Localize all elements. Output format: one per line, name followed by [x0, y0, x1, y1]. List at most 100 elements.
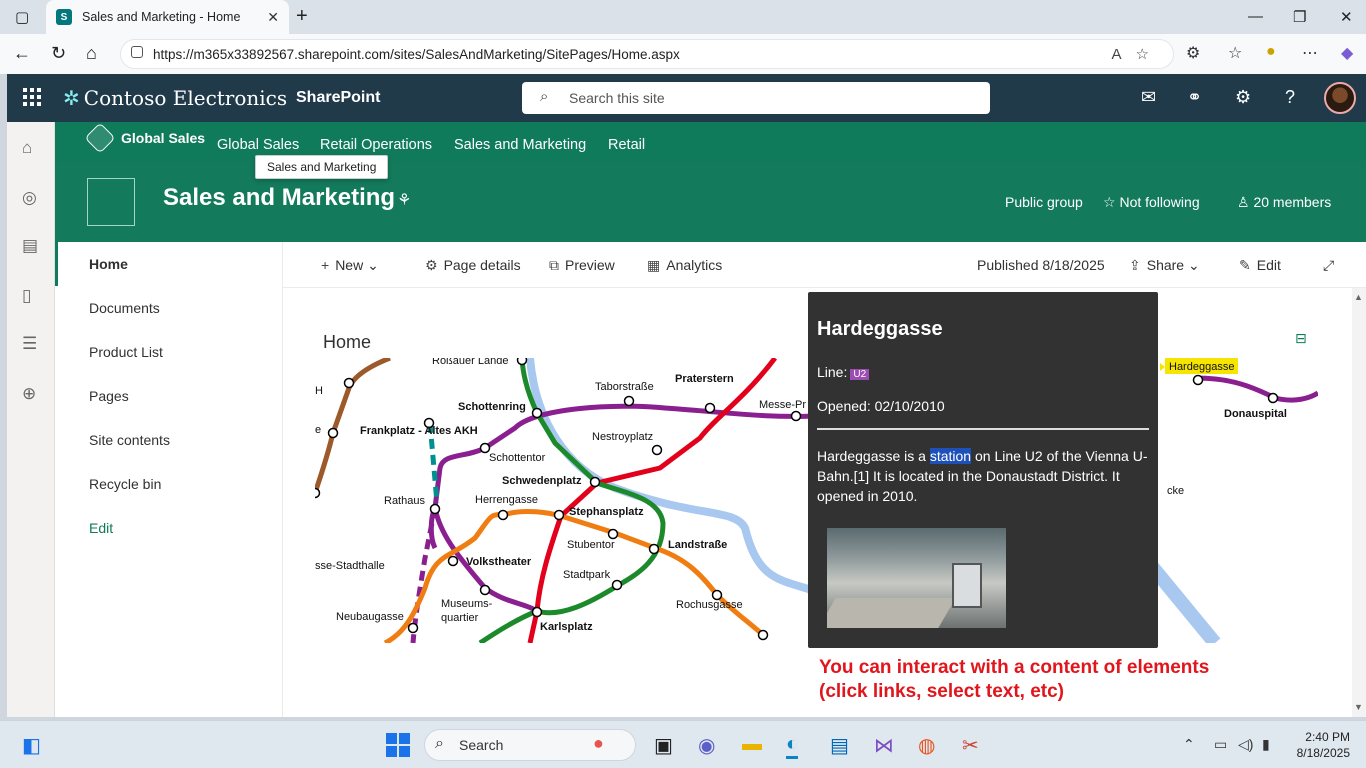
popup-description[interactable]: Hardeggasse is a station on Line U2 of t… [817, 446, 1149, 506]
file-explorer-icon[interactable]: ▬ [742, 733, 762, 756]
megaphone-icon[interactable]: ✉ [1141, 87, 1156, 108]
station-photo[interactable] [827, 528, 1006, 628]
follow-button[interactable]: ☆ Not following [1103, 194, 1200, 211]
hub-link-sales-and-marketing[interactable]: Sales and Marketing [454, 137, 586, 153]
user-avatar[interactable] [1324, 82, 1356, 114]
connections-icon[interactable]: ⚭ [1187, 87, 1202, 108]
address-bar[interactable]: https://m365x33892567.sharepoint.com/sit… [120, 39, 1174, 69]
station-label[interactable]: Donauspital [1224, 408, 1287, 420]
nav-item-documents[interactable]: Documents [55, 286, 283, 330]
news-rail-icon[interactable]: ▤ [22, 236, 38, 256]
station-label[interactable]: Messe-Pr [759, 399, 806, 411]
station-label[interactable]: Frankplatz - Altes AKH [360, 425, 478, 437]
favorites-icon[interactable]: ☆ [1228, 43, 1242, 63]
home-icon[interactable]: ⌂ [86, 43, 97, 64]
station-label[interactable]: Landstraße [668, 539, 727, 551]
station-label[interactable]: Nestroyplatz [592, 431, 653, 443]
files-rail-icon[interactable]: ▯ [22, 286, 31, 306]
station-label[interactable]: Stephansplatz [569, 506, 644, 518]
station-label[interactable]: cke [1167, 485, 1184, 497]
site-title[interactable]: Sales and Marketing [163, 184, 395, 212]
nav-item-recycle-bin[interactable]: Recycle bin [55, 462, 283, 506]
station-label[interactable]: Karlsplatz [540, 621, 593, 633]
help-icon[interactable]: ? [1285, 87, 1295, 108]
page-details-button[interactable]: ⚙ Page details [425, 257, 521, 274]
refresh-icon[interactable]: ↻ [51, 43, 66, 64]
station-label[interactable]: Praterstern [675, 373, 734, 385]
extensions-icon[interactable]: ⚙ [1186, 43, 1200, 63]
hub-link-global-sales[interactable]: Global Sales [217, 137, 299, 153]
copilot-icon[interactable]: ◆ [1341, 43, 1353, 63]
station-popup[interactable]: Hardeggasse Line: U2 Opened: 02/10/2010 H… [808, 292, 1158, 648]
vertical-scrollbar[interactable]: ▲ ▼ [1352, 288, 1366, 717]
extension-badge-icon[interactable]: ● [1266, 43, 1276, 61]
station-label[interactable]: Stubentor [567, 539, 615, 551]
hardeggasse-highlight[interactable]: Hardeggasse [1160, 358, 1238, 374]
task-view-icon[interactable]: ▣ [654, 733, 673, 758]
station-label[interactable]: Rochusgasse [676, 599, 743, 611]
new-button[interactable]: + New ⌄ [321, 257, 379, 274]
close-tab-icon[interactable]: ✕ [267, 9, 279, 26]
scroll-down-icon[interactable]: ▼ [1354, 702, 1363, 712]
station-label[interactable]: quartier [441, 612, 479, 624]
restore-icon[interactable]: ❐ [1293, 8, 1306, 26]
teams-chat-icon[interactable]: ◉ [698, 733, 715, 758]
station-label[interactable]: e [315, 424, 321, 436]
expand-icon[interactable]: ⤢ [1323, 257, 1334, 274]
app-name[interactable]: SharePoint [296, 89, 380, 107]
station-label[interactable]: Schottenring [458, 401, 526, 413]
new-tab-icon[interactable]: + [296, 5, 308, 28]
nav-item-home[interactable]: Home [55, 242, 283, 286]
nav-item-product-list[interactable]: Product List [55, 330, 283, 374]
edit-button[interactable]: ✎ Edit [1239, 257, 1281, 274]
edge-icon[interactable]: ◐ [786, 733, 799, 759]
selected-text[interactable]: station [929, 448, 972, 464]
more-options-icon[interactable]: ⋯ [1302, 43, 1318, 63]
app-launcher-icon[interactable] [23, 88, 41, 106]
tab-actions-icon[interactable]: ▢ [15, 8, 29, 26]
browser-tab[interactable]: S Sales and Marketing - Home ✕ [46, 0, 289, 34]
station-label[interactable]: H [315, 385, 323, 397]
teams-icon[interactable]: ⚘ [397, 190, 411, 210]
scroll-up-icon[interactable]: ▲ [1354, 292, 1363, 302]
nav-item-pages[interactable]: Pages [55, 374, 283, 418]
station-label[interactable]: Stadtpark [563, 569, 611, 581]
globe-rail-icon[interactable]: ◎ [22, 188, 37, 208]
hub-link-retail[interactable]: Retail [608, 137, 645, 153]
site-logo[interactable] [87, 178, 135, 226]
tray-chevron-icon[interactable]: ⌃ [1183, 736, 1195, 753]
close-window-icon[interactable]: ✕ [1340, 8, 1353, 26]
visual-studio-icon[interactable]: ⋈ [874, 733, 894, 758]
widgets-icon[interactable]: ◧ [22, 733, 41, 758]
station-label[interactable]: Schottentor [489, 452, 546, 464]
station-label[interactable]: Herrengasse [475, 494, 538, 506]
battery-icon[interactable]: ▮ [1262, 736, 1270, 753]
settings-gear-icon[interactable]: ⚙ [1235, 87, 1251, 108]
minimize-icon[interactable]: — [1248, 8, 1263, 25]
members-button[interactable]: ♙ 20 members [1237, 194, 1331, 211]
station-label[interactable]: Volkstheater [466, 556, 532, 568]
analytics-button[interactable]: ▦ Analytics [647, 257, 722, 274]
hub-link-retail-operations[interactable]: Retail Operations [320, 137, 432, 153]
share-button[interactable]: ⇪ Share ⌄ [1129, 257, 1200, 274]
back-icon[interactable]: ← [13, 43, 31, 64]
preview-button[interactable]: ⧉ Preview [549, 257, 615, 274]
ubuntu-icon[interactable]: ◍ [918, 733, 935, 758]
lists-rail-icon[interactable]: ☰ [22, 334, 37, 354]
network-icon[interactable]: ▭ [1214, 736, 1227, 753]
station-label[interactable]: Rathaus [384, 495, 425, 507]
nav-edit-link[interactable]: Edit [55, 506, 283, 550]
station-label[interactable]: Neubaugasse [336, 611, 404, 623]
store-icon[interactable]: ▤ [830, 733, 849, 758]
org-brand[interactable]: ✲ Contoso Electronics [63, 86, 287, 110]
hub-home-link[interactable]: Global Sales [84, 122, 205, 154]
station-label[interactable]: Roßauer Lände [432, 358, 508, 367]
nav-item-site-contents[interactable]: Site contents [55, 418, 283, 462]
create-rail-icon[interactable]: ⊕ [22, 384, 36, 404]
home-rail-icon[interactable]: ⌂ [22, 138, 32, 158]
station-label[interactable]: Taborstraße [595, 381, 654, 393]
station-label[interactable]: Hardeggasse [1169, 361, 1234, 373]
start-button[interactable] [386, 733, 410, 757]
read-aloud-icon[interactable]: A [1112, 46, 1136, 63]
volume-icon[interactable]: ◁) [1238, 736, 1253, 753]
